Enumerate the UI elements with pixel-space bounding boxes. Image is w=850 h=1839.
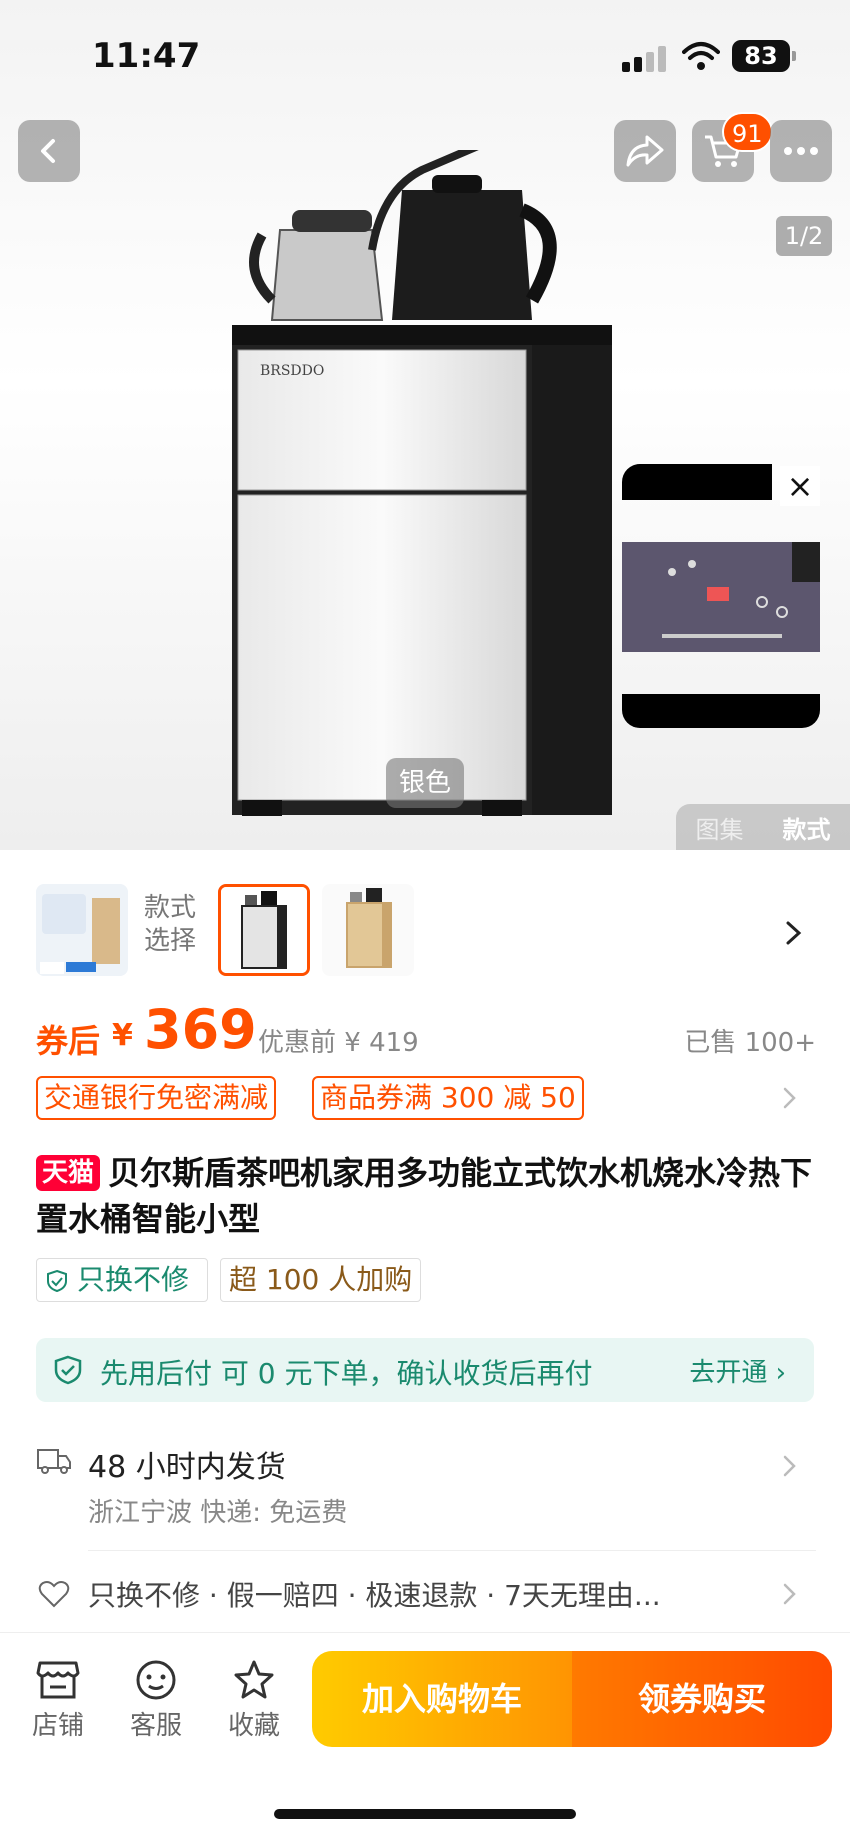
more-icon xyxy=(784,147,818,155)
shipping-time: 48 小时内发货 xyxy=(88,1450,286,1485)
shipping-info[interactable]: 48 小时内发货 浙江宁波 快递: 免运费 xyxy=(36,1438,816,1538)
price-after-coupon-label: 券后 xyxy=(36,1022,101,1060)
chevron-right-icon[interactable] xyxy=(784,920,804,946)
pay-later-link-label: 去开通 xyxy=(689,1358,768,1388)
truck-icon xyxy=(37,1449,71,1474)
chevron-right-icon xyxy=(783,1583,796,1605)
section-divider xyxy=(88,1550,816,1551)
bottom-action-bar: 店铺 客服 收藏 加入购物车 领券购买 xyxy=(0,1632,850,1839)
tab-gallery[interactable]: 图集 xyxy=(696,810,744,845)
customer-service-button[interactable]: 客服 xyxy=(120,1659,192,1742)
variant-promo-image xyxy=(36,884,128,976)
gallery-tabs: 图集 款式 xyxy=(676,804,850,850)
favorite-label: 收藏 xyxy=(227,1711,280,1741)
image-page-indicator: 1/2 xyxy=(776,216,832,256)
close-video-button[interactable]: × xyxy=(780,466,820,506)
coupon-bank[interactable]: 交通银行免密满减 xyxy=(36,1076,277,1120)
variant-gold-image xyxy=(322,884,414,976)
price-currency: ¥ xyxy=(112,1018,133,1053)
guarantees-text: 只换不修 · 假一赔四 · 极速退款 · 7天无理由... xyxy=(88,1579,661,1612)
tag-exchange-only-label: 只换不修 xyxy=(77,1263,190,1296)
back-button[interactable] xyxy=(18,120,80,182)
shield-check-icon xyxy=(54,1355,82,1385)
home-indicator[interactable] xyxy=(274,1809,576,1819)
variant-label-line-1: 款式 xyxy=(144,893,197,923)
tag-exchange-only: 只换不修 xyxy=(36,1258,208,1302)
cellular-signal-icon xyxy=(622,46,668,72)
service-label: 客服 xyxy=(129,1711,182,1741)
product-title-text: 贝尔斯盾茶吧机家用多功能立式饮水机烧水冷热下置水桶智能小型 xyxy=(36,1154,813,1238)
video-header xyxy=(622,464,772,500)
product-image: BRSDDO xyxy=(232,150,612,816)
variant-select-label: 款式 选择 xyxy=(144,892,204,958)
color-tag[interactable]: 银色 xyxy=(386,758,464,808)
buy-with-coupon-button[interactable]: 领券购买 xyxy=(572,1651,832,1747)
chevron-right-icon xyxy=(783,1455,796,1477)
service-icon xyxy=(136,1660,176,1700)
variant-thumb-gold[interactable] xyxy=(322,884,414,976)
status-bar: 11:47 83 xyxy=(0,0,850,110)
video-footer xyxy=(622,694,820,728)
shield-check-icon xyxy=(47,1269,67,1293)
more-button[interactable] xyxy=(770,120,832,182)
variant-thumb-silver[interactable] xyxy=(218,884,310,976)
wifi-icon xyxy=(682,42,720,70)
product-image-gallery[interactable]: BRSDDO 11:47 83 91 1/2 银色 × 图集 款式 xyxy=(0,0,850,850)
coupon-store[interactable]: 商品券满 300 减 50 xyxy=(312,1076,584,1120)
floating-video[interactable]: × xyxy=(622,464,820,728)
tab-styles[interactable]: 款式 xyxy=(783,810,831,845)
shop-label: 店铺 xyxy=(31,1711,84,1741)
guarantees-row[interactable]: 只换不修 · 假一赔四 · 极速退款 · 7天无理由... xyxy=(36,1572,816,1616)
shop-button[interactable]: 店铺 xyxy=(22,1659,94,1742)
video-preview-image xyxy=(622,542,820,652)
price-row: 券后 ¥ 369 优惠前 ¥ 419 已售 100+ xyxy=(36,998,816,1068)
share-button[interactable] xyxy=(614,120,676,182)
heart-icon xyxy=(38,1581,70,1608)
store-icon xyxy=(36,1661,80,1699)
pay-later-banner[interactable]: 先用后付 可 0 元下单，确认收货后再付 去开通 › xyxy=(36,1338,814,1402)
coupon-row[interactable]: 交通银行免密满减 商品券满 300 减 50 xyxy=(36,1076,816,1120)
shipping-origin-fee: 浙江宁波 快递: 免运费 xyxy=(88,1498,348,1528)
variant-silver-image xyxy=(221,887,307,973)
favorite-button[interactable]: 收藏 xyxy=(218,1659,290,1742)
chevron-right-icon[interactable] xyxy=(782,1086,798,1110)
sold-count: 已售 100+ xyxy=(684,1028,816,1058)
tag-popular: 超 100 人加购 xyxy=(220,1258,422,1302)
video-frame[interactable] xyxy=(622,542,820,652)
pay-later-activate-link[interactable]: 去开通 › xyxy=(689,1352,786,1389)
star-icon xyxy=(234,1660,274,1699)
add-to-cart-button[interactable]: 加入购物车 xyxy=(312,1651,572,1747)
price-before-discount: 优惠前 ¥ 419 xyxy=(258,1028,419,1058)
battery-indicator: 83 xyxy=(732,40,796,72)
status-time: 11:47 xyxy=(92,36,201,76)
pay-later-text: 先用后付 可 0 元下单，确认收货后再付 xyxy=(100,1357,593,1390)
variant-selector[interactable]: 款式 选择 xyxy=(0,880,850,980)
purchase-buttons: 加入购物车 领券购买 xyxy=(312,1651,832,1747)
chevron-left-icon xyxy=(41,139,55,163)
share-icon xyxy=(626,135,664,167)
tmall-badge: 天猫 xyxy=(36,1155,101,1191)
svg-text:BRSDDO: BRSDDO xyxy=(260,363,324,379)
cart-count-badge: 91 xyxy=(722,112,773,152)
variant-thumb-promo[interactable] xyxy=(36,884,128,976)
product-title: 天猫 贝尔斯盾茶吧机家用多功能立式饮水机烧水冷热下置水桶智能小型 xyxy=(36,1150,816,1242)
variant-label-line-2: 选择 xyxy=(144,926,197,956)
price-value: 369 xyxy=(144,998,257,1061)
